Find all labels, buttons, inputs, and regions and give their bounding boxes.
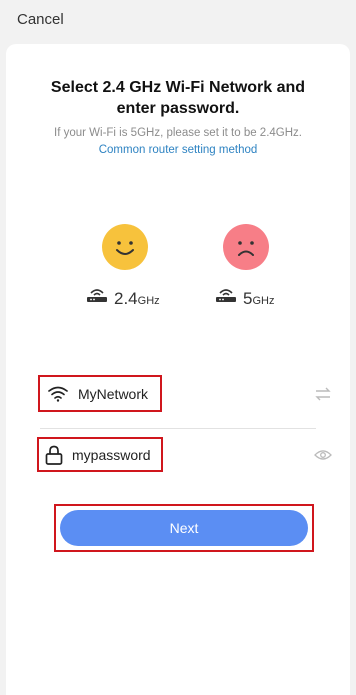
cancel-button[interactable]: Cancel — [17, 11, 64, 28]
sad-face-icon — [223, 224, 269, 270]
title-line-1: Select 2.4 GHz Wi-Fi Network and — [50, 79, 306, 96]
page-title: Select 2.4 GHz Wi-Fi Network and enter p… — [6, 77, 350, 119]
lock-icon — [45, 445, 63, 465]
band-5-value: 5 — [243, 289, 253, 308]
network-field[interactable]: MyNetwork — [38, 375, 162, 412]
band-5ghz-label: 5 GHz — [215, 287, 274, 308]
happy-face-icon — [102, 224, 148, 270]
band-24-value: 2.4 — [114, 289, 138, 308]
title-line-2: enter password. — [116, 100, 240, 117]
eye-icon[interactable] — [314, 448, 332, 466]
band-24-unit: GHz — [137, 295, 160, 307]
subtitle-text: If your Wi-Fi is 5GHz, please set it to … — [54, 127, 302, 139]
setup-card: Select 2.4 GHz Wi-Fi Network and enter p… — [6, 44, 350, 695]
switch-network-icon[interactable] — [314, 387, 332, 406]
top-bar: Cancel — [0, 0, 356, 42]
password-value[interactable]: mypassword — [72, 447, 151, 463]
wifi-icon — [48, 386, 68, 402]
router-icon — [215, 287, 237, 308]
field-divider — [40, 428, 316, 429]
next-button[interactable]: Next — [60, 510, 308, 546]
password-field[interactable]: mypassword — [37, 437, 163, 472]
router-icon — [86, 287, 108, 308]
next-button-label: Next — [169, 520, 199, 536]
band-24ghz-label: 2.4 GHz — [86, 287, 160, 308]
band-5-unit: GHz — [252, 295, 275, 307]
router-help-link[interactable]: Common router setting method — [6, 144, 350, 156]
network-name[interactable]: MyNetwork — [78, 386, 148, 402]
